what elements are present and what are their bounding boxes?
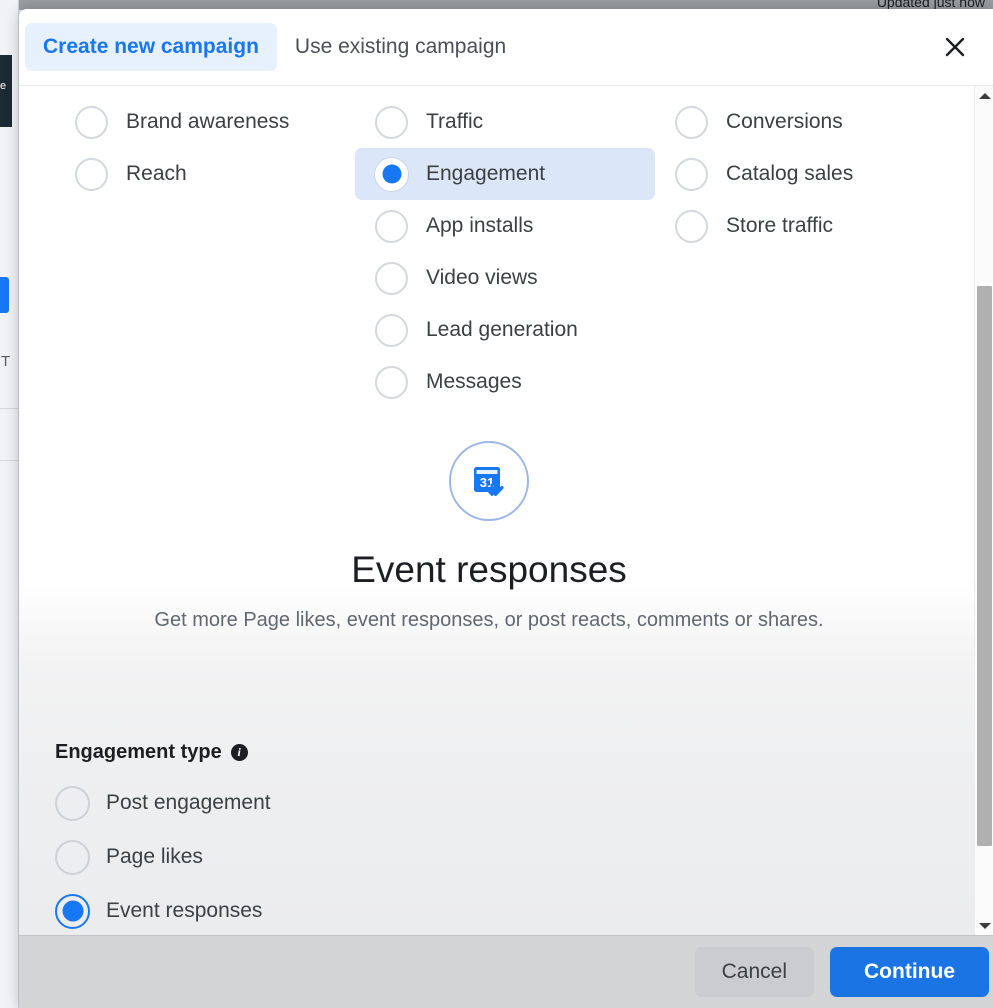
radio-icon	[675, 157, 708, 191]
radio-icon	[375, 365, 408, 399]
objective-option-conversions[interactable]: Conversions	[655, 96, 955, 148]
objective-label: Brand awareness	[126, 110, 290, 134]
objective-option-video-views[interactable]: Video views	[355, 252, 655, 304]
objective-label: App installs	[426, 214, 534, 238]
background-left-rail: e T	[0, 0, 19, 1008]
scroll-down-arrow-icon[interactable]	[975, 916, 993, 935]
radio-icon	[375, 209, 408, 243]
objective-detail-hero: 31 Event responses Get more Page likes, …	[19, 441, 959, 635]
objective-label: Video views	[426, 266, 538, 290]
scrollbar-thumb[interactable]	[977, 286, 992, 846]
campaign-objective-group: Brand awareness Reach Traffic Engagement	[19, 86, 959, 416]
background-rail-divider	[0, 460, 19, 461]
objective-option-catalog-sales[interactable]: Catalog sales	[655, 148, 955, 200]
background-rail-active-marker	[0, 277, 9, 313]
engagement-type-option-label: Event responses	[106, 899, 263, 923]
engagement-type-option-event-responses[interactable]: Event responses	[55, 884, 755, 935]
objective-column-consideration: Traffic Engagement App installs Video vi…	[355, 96, 655, 408]
radio-icon	[55, 785, 90, 821]
dialog-body: Brand awareness Reach Traffic Engagement	[19, 86, 993, 935]
radio-icon	[75, 105, 108, 139]
objective-label: Catalog sales	[726, 162, 854, 186]
objective-label: Messages	[426, 370, 522, 394]
radio-icon	[675, 209, 708, 243]
create-campaign-dialog: Create new campaign Use existing campaig…	[19, 9, 993, 1008]
tab-create-new-campaign[interactable]: Create new campaign	[25, 23, 277, 71]
triangle-down-glyph	[978, 922, 991, 929]
engagement-type-option-label: Post engagement	[106, 791, 271, 815]
objective-label: Reach	[126, 162, 187, 186]
objective-label: Conversions	[726, 110, 843, 134]
objective-option-brand-awareness[interactable]: Brand awareness	[55, 96, 355, 148]
objective-option-app-installs[interactable]: App installs	[355, 200, 655, 252]
scroll-up-arrow-icon[interactable]	[975, 86, 993, 105]
objective-label: Traffic	[426, 110, 484, 134]
objective-option-reach[interactable]: Reach	[55, 148, 355, 200]
engagement-type-heading: Engagement type i	[55, 741, 755, 764]
objective-label: Lead generation	[426, 318, 578, 342]
objective-column-awareness: Brand awareness Reach	[55, 96, 355, 200]
radio-icon	[75, 157, 108, 191]
dialog-tab-bar: Create new campaign Use existing campaig…	[19, 9, 993, 86]
radio-icon	[375, 105, 408, 139]
objective-title: Event responses	[351, 549, 627, 590]
tab-use-existing-campaign[interactable]: Use existing campaign	[277, 23, 524, 70]
objective-option-store-traffic[interactable]: Store traffic	[655, 200, 955, 252]
radio-icon	[375, 261, 408, 295]
engagement-type-option-post-engagement[interactable]: Post engagement	[55, 776, 755, 830]
objective-label: Store traffic	[726, 214, 833, 238]
dialog-footer: Cancel Continue	[19, 935, 993, 1008]
engagement-type-section: Engagement type i Post engagement Page l…	[55, 741, 755, 935]
calendar-check-icon: 31	[449, 441, 529, 521]
engagement-type-label: Engagement type	[55, 741, 222, 763]
background-rail-divider	[0, 408, 19, 409]
objective-option-lead-generation[interactable]: Lead generation	[355, 304, 655, 356]
continue-button[interactable]: Continue	[830, 947, 989, 997]
objective-option-traffic[interactable]: Traffic	[355, 96, 655, 148]
cancel-button[interactable]: Cancel	[694, 947, 815, 997]
background-rail-label: e	[0, 80, 7, 92]
background-rail-letter: T	[1, 353, 11, 370]
objective-column-conversion: Conversions Catalog sales Store traffic	[655, 96, 955, 252]
objective-option-messages[interactable]: Messages	[355, 356, 655, 408]
objective-label: Engagement	[426, 162, 546, 186]
radio-icon	[675, 105, 708, 139]
triangle-up-glyph	[978, 92, 991, 99]
engagement-type-option-page-likes[interactable]: Page likes	[55, 830, 755, 884]
close-icon[interactable]	[933, 25, 977, 69]
objective-option-engagement[interactable]: Engagement	[355, 148, 655, 200]
radio-icon	[375, 313, 408, 347]
radio-icon-selected	[55, 893, 90, 929]
engagement-type-option-label: Page likes	[106, 845, 203, 869]
info-icon[interactable]: i	[230, 744, 248, 761]
objective-description: Get more Page likes, event responses, or…	[154, 608, 824, 631]
radio-icon-selected	[375, 157, 408, 191]
radio-icon	[55, 839, 90, 875]
dialog-scrollbar[interactable]	[974, 86, 993, 935]
